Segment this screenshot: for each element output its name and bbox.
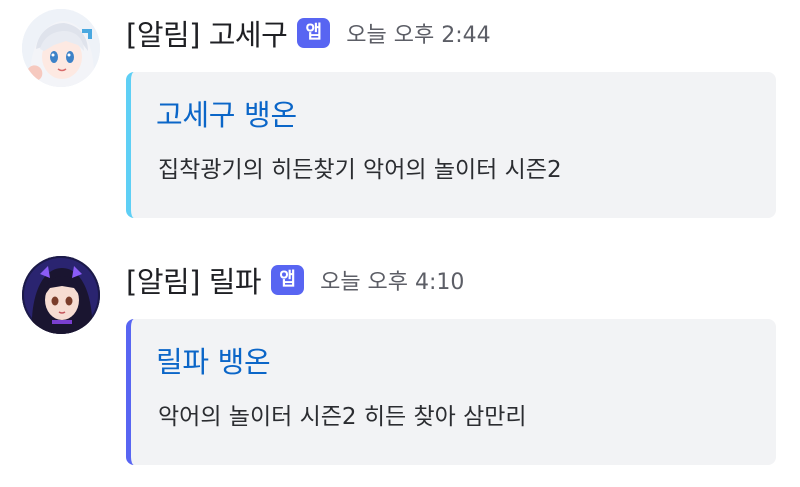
embed-title[interactable]: 고세구 뱅온 bbox=[156, 92, 297, 134]
message-header: [알림] 릴파 앱 오늘 오후 4:10 bbox=[126, 260, 464, 300]
avatar[interactable] bbox=[22, 9, 100, 87]
avatar-image bbox=[22, 9, 100, 87]
timestamp: 오늘 오후 2:44 bbox=[346, 23, 491, 48]
embed-title[interactable]: 릴파 뱅온 bbox=[156, 339, 271, 381]
app-badge: 앱 bbox=[297, 18, 331, 48]
embed-description: 악어의 놀이터 시즌2 히든 찾아 삼만리 bbox=[158, 404, 527, 430]
avatar-image bbox=[22, 256, 100, 334]
embed: 고세구 뱅온 집착광기의 히든찾기 악어의 놀이터 시즌2 bbox=[126, 72, 776, 218]
avatar[interactable] bbox=[22, 256, 100, 334]
author-name[interactable]: [알림] 고세구 bbox=[126, 12, 288, 54]
embed: 릴파 뱅온 악어의 놀이터 시즌2 히든 찾아 삼만리 bbox=[126, 319, 776, 465]
timestamp: 오늘 오후 4:10 bbox=[320, 270, 465, 295]
author-name[interactable]: [알림] 릴파 bbox=[126, 259, 262, 301]
message-header: [알림] 고세구 앱 오늘 오후 2:44 bbox=[126, 13, 491, 53]
app-badge: 앱 bbox=[271, 265, 305, 295]
embed-description: 집착광기의 히든찾기 악어의 놀이터 시즌2 bbox=[158, 157, 562, 183]
